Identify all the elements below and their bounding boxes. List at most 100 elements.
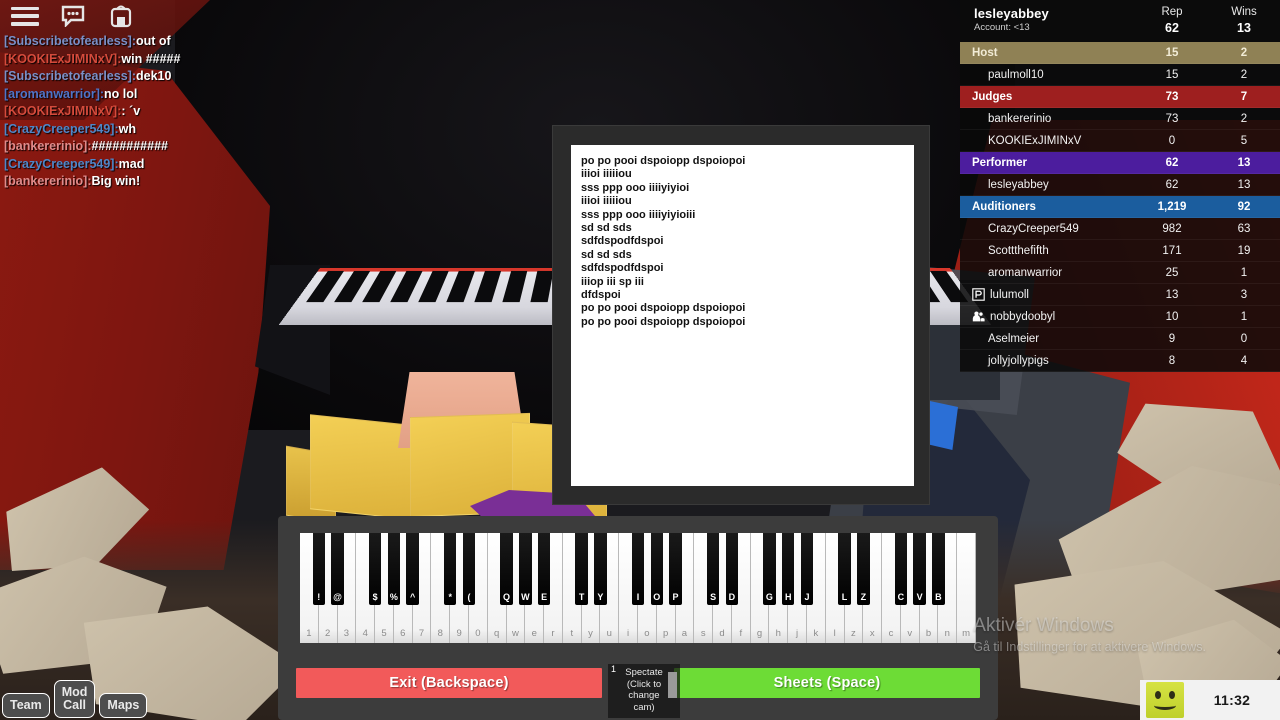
player-rep: 73 <box>1165 112 1179 125</box>
leaderboard-player-row[interactable]: paulmoll10 15 2 <box>960 64 1280 86</box>
piano-black-key[interactable]: P <box>669 533 682 605</box>
chat-username: [KOOKIExJIMINxV]: <box>4 104 122 118</box>
exit-button[interactable]: Exit (Backspace) <box>296 668 602 698</box>
leaderboard-player-row[interactable]: Scottthefifth 171 19 <box>960 240 1280 262</box>
chat-log[interactable]: [Subscribetofearless]:out of [KOOKIExJIMI… <box>4 33 304 191</box>
piano-black-key[interactable]: % <box>387 533 401 605</box>
bottom-button-label-2: Call <box>63 698 87 712</box>
sheet-scrollbar[interactable] <box>917 145 927 486</box>
player-wins: 1 <box>1240 310 1248 323</box>
sheet-music-panel[interactable]: po po pooi dspoiopp dspoiopoi iiioi iiiii… <box>552 125 930 505</box>
sheet-line: sss ppp ooo iiiiyiyioi <box>581 181 690 194</box>
player-name: jollyjollypigs <box>988 354 1049 367</box>
piano-black-key[interactable]: Q <box>500 533 513 605</box>
chat-message: [Subscribetofearless]:dek10 <box>4 68 304 86</box>
piano-black-key[interactable]: S <box>706 533 720 605</box>
chat-message: [bankererinio]:Big win! <box>4 173 304 191</box>
piano-black-key[interactable]: E <box>537 533 551 605</box>
piano-black-key[interactable]: Y <box>594 533 607 605</box>
leaderboard-player-row[interactable]: nobbydoobyl 10 1 <box>960 306 1280 328</box>
chat-bubble-icon[interactable] <box>58 3 88 29</box>
piano-white-key-label: k <box>813 628 819 639</box>
group-label: Judges <box>972 90 1013 103</box>
player-name: KOOKIExJIMINxV <box>988 134 1082 147</box>
leaderboard-player-row[interactable]: lulumoll 13 3 <box>960 284 1280 306</box>
group-rep: 1,219 <box>1157 200 1187 213</box>
leaderboard-player-row[interactable]: jollyjollypigs 8 4 <box>960 350 1280 372</box>
piano-black-key[interactable]: D <box>725 533 739 605</box>
piano-black-key[interactable]: ! <box>312 533 325 605</box>
sheet-line: sd sd sds <box>581 222 632 235</box>
leaderboard-player-row[interactable]: lesleyabbey 62 13 <box>960 174 1280 196</box>
leaderboard-player-row[interactable]: CrazyCreeper549 982 63 <box>960 218 1280 240</box>
piano-black-key[interactable]: C <box>894 533 908 605</box>
group-wins: 7 <box>1240 90 1248 103</box>
piano-black-key[interactable]: O <box>650 533 663 605</box>
piano-white-key-label: t <box>570 628 574 639</box>
piano-black-key[interactable]: Z <box>857 533 870 605</box>
taskbar-inner: 11:32 <box>1140 680 1280 720</box>
windows-activation-watermark: Aktivér Windows Gå til Indstillinger for… <box>973 614 1206 656</box>
player-name: aromanwarrior <box>988 266 1063 279</box>
piano-black-key[interactable]: J <box>800 533 814 605</box>
bottom-button-team[interactable]: Team <box>2 693 50 718</box>
piano-black-key[interactable]: ( <box>462 533 476 605</box>
bottom-button-mod[interactable]: Mod Call <box>53 680 96 718</box>
piano-keyboard[interactable]: 1 2 3 4 5 6 7 8 9 0 q w e r t y u i o p a s d f g h j k l z x c v b n m! @ $%… <box>300 533 976 643</box>
chat-text: : ´v <box>121 104 141 118</box>
piano-black-key-label: T <box>578 592 585 602</box>
chat-username: [bankererinio]: <box>4 139 92 153</box>
column-wins-value: 13 <box>1237 21 1251 35</box>
piano-white-key-label: 5 <box>381 628 387 639</box>
premium-icon <box>972 288 985 301</box>
piano-black-key-label: ^ <box>410 592 416 602</box>
chat-message: [CrazyCreeper549]:wh <box>4 121 304 139</box>
player-rep: 0 <box>1168 134 1176 147</box>
spectate-scrollbar[interactable] <box>668 672 677 698</box>
piano-black-key[interactable]: I <box>631 533 645 605</box>
piano-black-key[interactable]: H <box>782 533 795 605</box>
chat-username: [bankererinio]: <box>4 174 92 188</box>
leaderboard-player-row[interactable]: aromanwarrior 25 1 <box>960 262 1280 284</box>
player-name: Aselmeier <box>988 332 1040 345</box>
leaderboard-player-row[interactable]: Aselmeier 9 0 <box>960 328 1280 350</box>
piano-black-key-label: V <box>916 592 923 602</box>
spectate-widget[interactable]: 1 Spectate (Click to change cam) <box>608 664 680 718</box>
piano-white-key-label: f <box>739 628 743 639</box>
group-wins: 13 <box>1237 156 1251 169</box>
leaderboard-player-row[interactable]: bankererinio 73 2 <box>960 108 1280 130</box>
player-rep: 15 <box>1165 68 1179 81</box>
sheets-button[interactable]: Sheets (Space) <box>674 668 980 698</box>
sheet-line: sdfdspodfdspoi <box>581 235 664 248</box>
friends-icon <box>972 311 985 322</box>
piano-black-key[interactable]: G <box>763 533 776 605</box>
piano-black-key[interactable]: V <box>913 533 926 605</box>
piano-white-key-label: y <box>588 628 593 639</box>
bottom-button-label: Team <box>10 698 42 712</box>
hamburger-menu-icon[interactable] <box>10 3 40 29</box>
taskbar-clock[interactable]: 11:32 <box>1184 692 1280 708</box>
piano-black-key[interactable]: T <box>575 533 588 605</box>
backpack-icon[interactable] <box>106 3 136 29</box>
piano-black-key[interactable]: W <box>519 533 532 605</box>
player-rep: 9 <box>1168 332 1176 345</box>
piano-black-key[interactable]: @ <box>331 533 344 605</box>
piano-black-key[interactable]: ^ <box>406 533 419 605</box>
piano-white-key-label: v <box>907 628 913 639</box>
bottom-button-maps[interactable]: Maps <box>99 693 148 718</box>
group-rep: 15 <box>1165 46 1179 59</box>
piano-black-key[interactable]: L <box>838 533 851 605</box>
column-wins-title: Wins <box>1231 6 1257 18</box>
leaderboard-player-row[interactable]: KOOKIExJIMINxV 0 5 <box>960 130 1280 152</box>
piano-black-key[interactable]: B <box>932 533 945 605</box>
piano-white-key-label: 0 <box>475 628 481 639</box>
roblox-noob-face-icon[interactable] <box>1146 682 1184 718</box>
player-wins: 2 <box>1240 68 1248 81</box>
piano-black-key[interactable]: $ <box>368 533 382 605</box>
piano-black-key-label: I <box>636 592 640 602</box>
sheet-line: po po pooi dspoiopp dspoiopoi <box>581 155 746 167</box>
player-rep: 62 <box>1165 178 1179 191</box>
bottom-button-label: Maps <box>107 698 140 712</box>
leaderboard-group-row: Performer 62 13 <box>960 152 1280 174</box>
piano-black-key[interactable]: * <box>444 533 457 605</box>
